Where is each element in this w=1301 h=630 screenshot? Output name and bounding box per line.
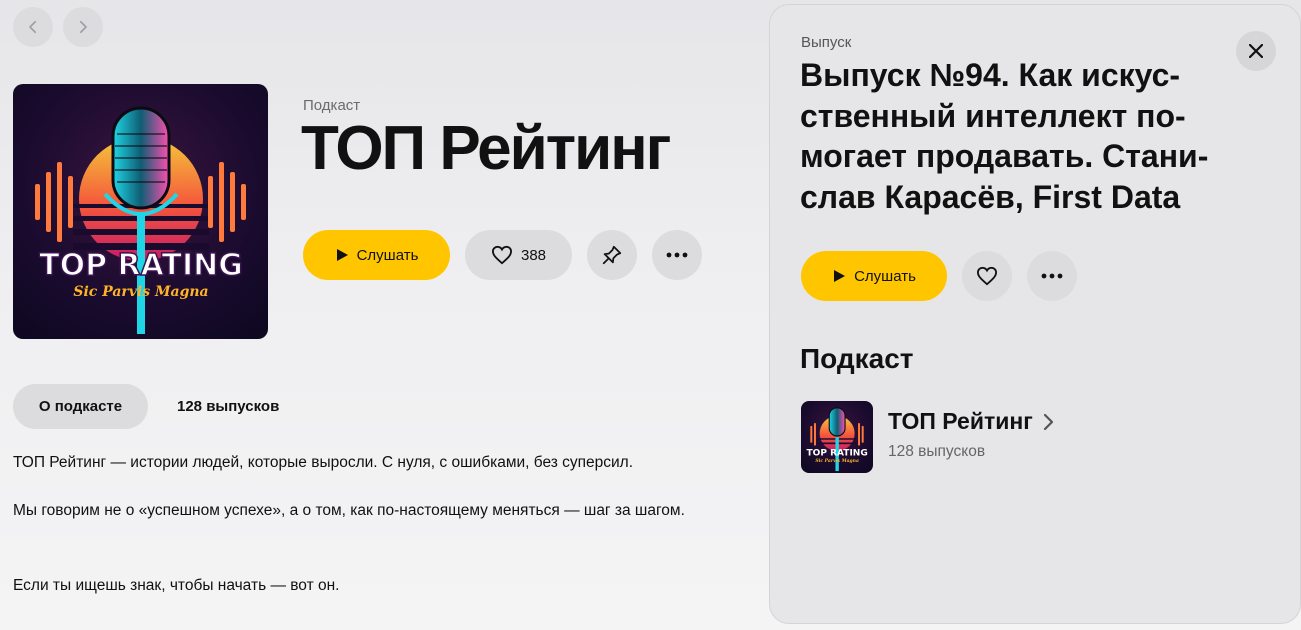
more-icon (1041, 273, 1063, 279)
like-count: 388 (520, 246, 547, 264)
episode-more-button[interactable] (1027, 251, 1077, 301)
pin-button[interactable] (587, 230, 637, 280)
chevron-left-icon (29, 20, 37, 34)
forward-button[interactable] (63, 7, 103, 47)
play-icon (336, 249, 348, 261)
pin-icon (602, 245, 622, 265)
description-paragraph: ТОП Рейтинг — истории людей, которые выр… (13, 454, 634, 471)
back-button[interactable] (13, 7, 53, 47)
close-icon (1249, 44, 1263, 58)
episode-play-button[interactable]: Слушать (801, 251, 947, 301)
podcast-link-title: ТОП Рейтинг (888, 408, 1033, 434)
podcast-link[interactable]: ТОП Рейтинг (888, 408, 1055, 435)
chevron-right-icon (1043, 413, 1053, 430)
episode-play-label: Слушать (854, 267, 916, 285)
more-button[interactable] (652, 230, 702, 280)
episode-like-button[interactable] (962, 251, 1012, 301)
podcast-title: ТОП Рейтинг (301, 114, 671, 183)
more-icon (666, 252, 688, 258)
thumbnail-title: TOP RATING (807, 448, 868, 458)
heart-icon (976, 266, 998, 286)
podcast-kicker: Подкаст (303, 97, 361, 114)
episode-kicker: Выпуск (801, 34, 852, 51)
close-button[interactable] (1236, 31, 1276, 71)
podcast-cover: TOP RATING Sic Parvis Magna (13, 84, 268, 339)
description-paragraph: Если ты ищешь знак, чтобы начать — вот о… (13, 577, 340, 594)
episode-panel: Выпуск Выпуск №94. Как искус-ственный ин… (769, 4, 1301, 624)
podcast-thumbnail[interactable]: TOP RATING Sic Parvis Magna (801, 401, 873, 473)
episode-title: Выпуск №94. Как искус-ственный интеллект… (800, 57, 1209, 215)
thumbnail-subtitle: Sic Parvis Magna (815, 458, 859, 464)
tab-about[interactable]: О подкасте (13, 384, 148, 429)
cover-title: TOP RATING (39, 248, 243, 283)
cover-subtitle: Sic Parvis Magna (73, 284, 208, 300)
like-button[interactable]: 388 (465, 230, 572, 280)
play-icon (834, 270, 846, 282)
tab-episodes[interactable]: 128 выпусков (177, 384, 279, 429)
play-button[interactable]: Слушать (303, 230, 450, 280)
description-paragraph: Мы говорим не о «успешном успехе», а о т… (13, 502, 685, 519)
chevron-right-icon (79, 20, 87, 34)
play-label: Слушать (356, 246, 419, 264)
heart-icon (491, 245, 512, 265)
podcast-episode-count: 128 выпусков (888, 443, 986, 460)
section-title: Подкаст (800, 343, 914, 374)
